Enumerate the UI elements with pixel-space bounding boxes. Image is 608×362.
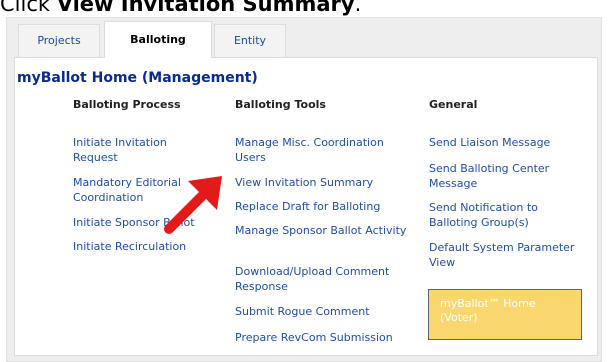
- link-view-invitation-summary[interactable]: View Invitation Summary: [235, 175, 407, 190]
- link-prepare-revcom-submission[interactable]: Prepare RevCom Submission: [235, 330, 415, 345]
- column-heading-balloting-process: Balloting Process: [73, 98, 181, 111]
- tab-projects[interactable]: Projects: [18, 24, 100, 58]
- link-mandatory-editorial-coordination[interactable]: Mandatory Editorial Coordination: [73, 175, 198, 205]
- instruction-target: View Invitation Summary: [56, 0, 355, 16]
- column-heading-balloting-tools: Balloting Tools: [235, 98, 326, 111]
- instruction-prefix: Click: [0, 0, 57, 16]
- link-send-liaison-message[interactable]: Send Liaison Message: [429, 135, 589, 150]
- instruction-suffix: .: [354, 0, 362, 16]
- tab-balloting[interactable]: Balloting: [104, 21, 212, 58]
- link-initiate-sponsor-ballot[interactable]: Initiate Sponsor Ballot: [73, 215, 213, 230]
- link-download-upload-comment-response[interactable]: Download/Upload Comment Response: [235, 264, 415, 294]
- tab-entity[interactable]: Entity: [214, 24, 286, 58]
- link-send-notification-to-balloting-groups[interactable]: Send Notification to Balloting Group(s): [429, 200, 589, 230]
- voter-home-button[interactable]: myBallot™ Home (Voter): [428, 289, 582, 340]
- page-title: myBallot Home (Management): [17, 70, 258, 86]
- link-initiate-invitation-request[interactable]: Initiate Invitation Request: [73, 135, 198, 165]
- link-send-balloting-center-message[interactable]: Send Balloting Center Message: [429, 161, 589, 191]
- instruction-text: Click View Invitation Summary.: [0, 0, 608, 17]
- link-default-system-parameter-view[interactable]: Default System Parameter View: [429, 240, 594, 270]
- link-initiate-recirculation[interactable]: Initiate Recirculation: [73, 239, 213, 254]
- link-replace-draft-for-balloting[interactable]: Replace Draft for Balloting: [235, 199, 407, 214]
- link-manage-misc-coordination-users[interactable]: Manage Misc. Coordination Users: [235, 135, 407, 165]
- link-manage-sponsor-ballot-activity[interactable]: Manage Sponsor Ballot Activity: [235, 223, 407, 238]
- column-heading-general: General: [429, 98, 478, 111]
- link-submit-rogue-comment[interactable]: Submit Rogue Comment: [235, 304, 407, 319]
